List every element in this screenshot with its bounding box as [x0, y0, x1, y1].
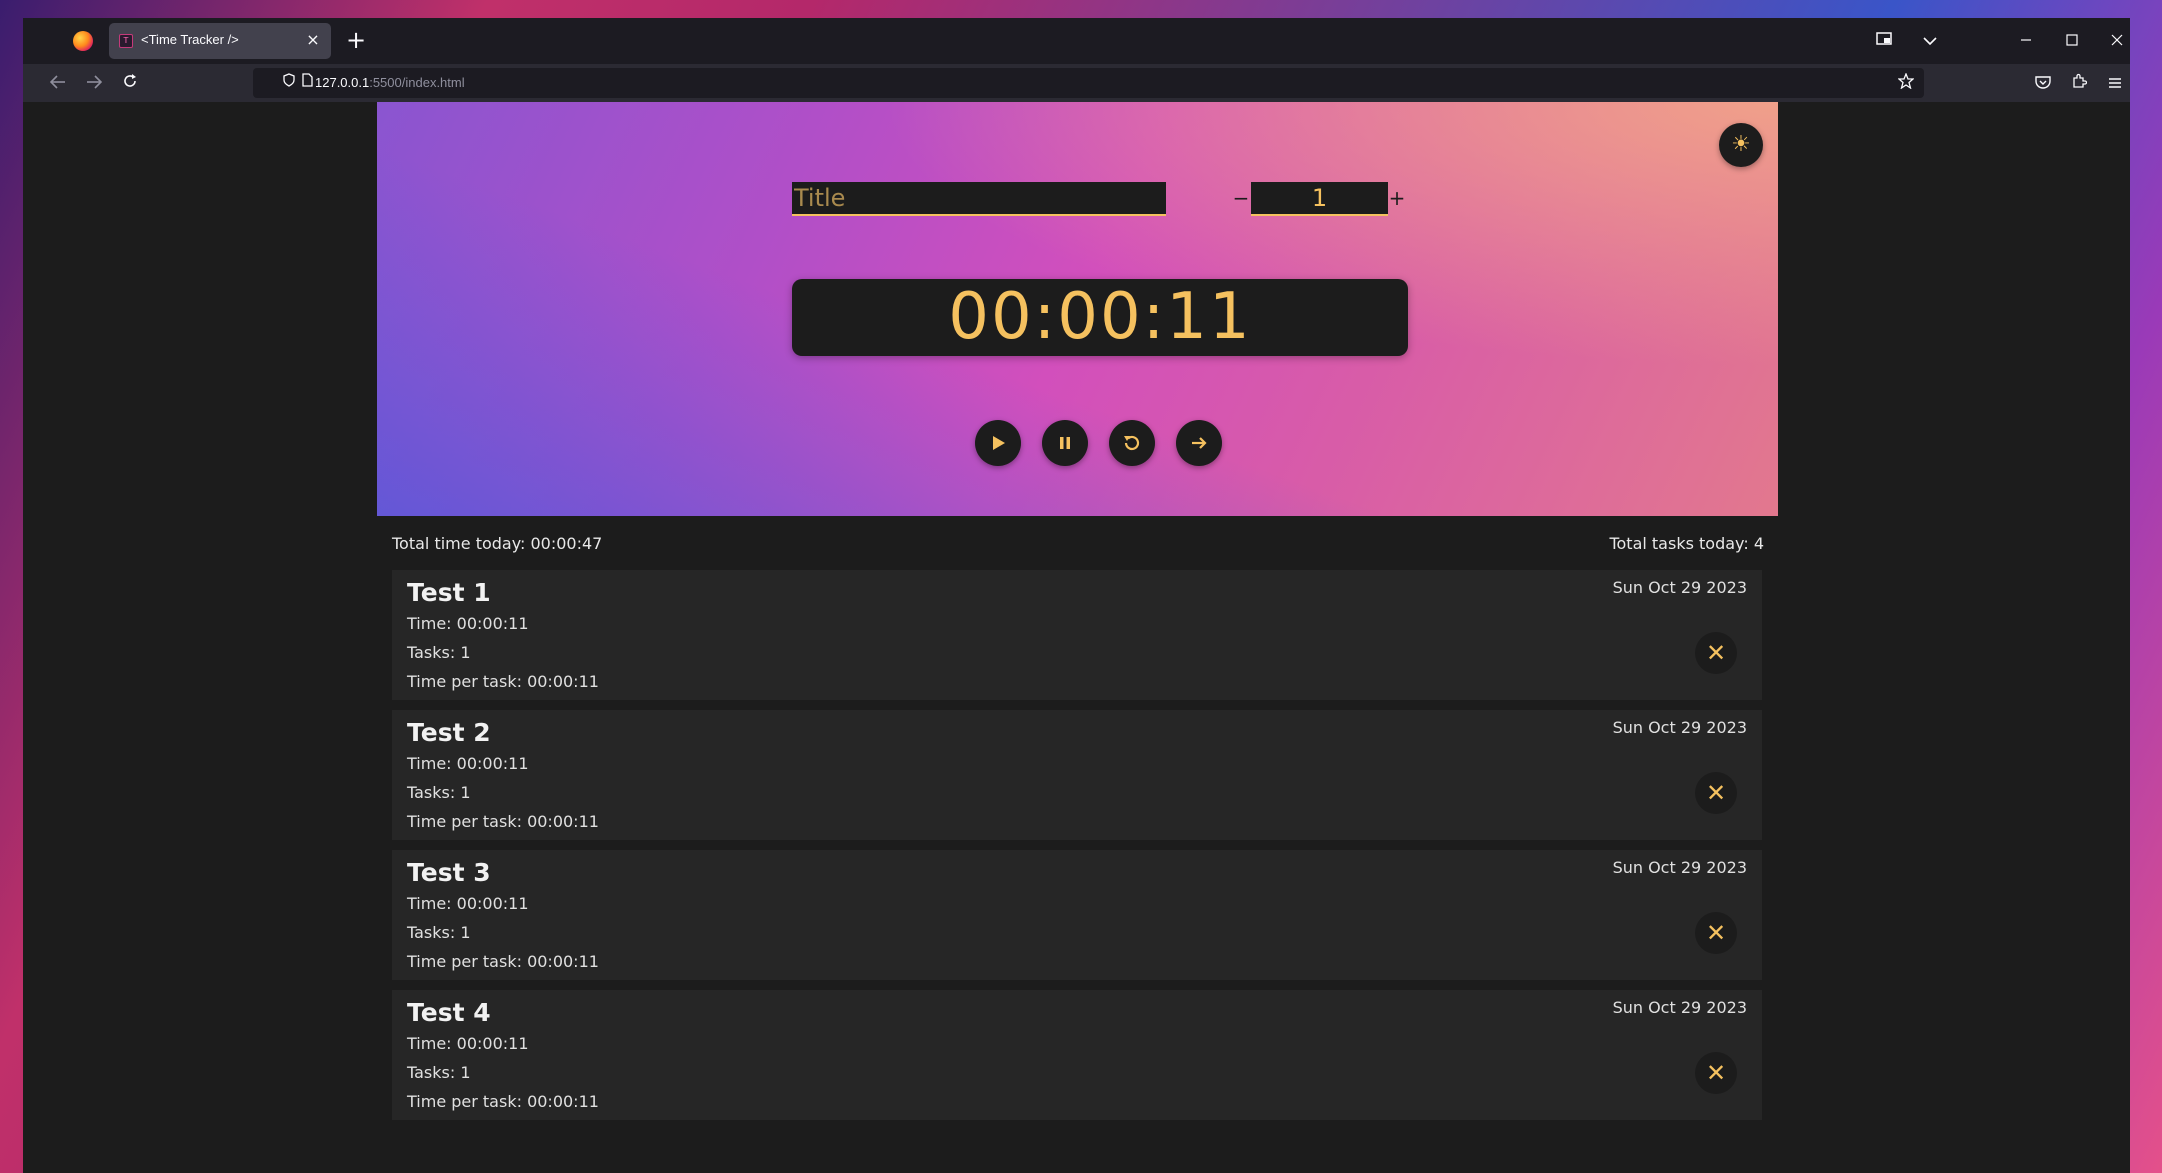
- browser-tab[interactable]: T <Time Tracker /> ×: [109, 23, 331, 59]
- play-button[interactable]: [975, 420, 1021, 466]
- entry-tasks: Tasks: 1: [407, 643, 471, 662]
- tab-title: <Time Tracker />: [141, 32, 239, 47]
- arrow-right-icon: [1192, 437, 1207, 449]
- pocket-icon[interactable]: [2030, 71, 2056, 97]
- entry-title: Test 3: [407, 858, 491, 887]
- bookmark-star-icon[interactable]: [1896, 72, 1916, 93]
- entries-list: Test 1 Time: 00:00:11 Tasks: 1 Time per …: [392, 570, 1762, 1130]
- entry-title: Test 1: [407, 578, 491, 607]
- decrement-button[interactable]: −: [1232, 186, 1250, 210]
- entry-date: Sun Oct 29 2023: [1612, 578, 1747, 597]
- menu-icon[interactable]: [2102, 71, 2128, 97]
- url-bar[interactable]: 127.0.0.1:5500/index.html: [253, 68, 1924, 98]
- close-icon: ✕: [1705, 779, 1727, 807]
- list-item: Test 3 Time: 00:00:11 Tasks: 1 Time per …: [392, 850, 1762, 980]
- maximize-icon[interactable]: [2059, 28, 2085, 54]
- increment-button[interactable]: +: [1388, 186, 1406, 210]
- url-path: :5500/index.html: [369, 75, 465, 90]
- pause-button[interactable]: [1042, 420, 1088, 466]
- list-all-tabs-icon[interactable]: [1917, 28, 1943, 54]
- total-tasks-today: Total tasks today: 4: [1609, 534, 1764, 553]
- entry-time: Time: 00:00:11: [407, 1034, 529, 1053]
- sun-icon: ☀: [1731, 132, 1751, 157]
- url-host: 127.0.0.1: [315, 75, 370, 90]
- tab-close-icon[interactable]: ×: [303, 30, 323, 50]
- entry-time-per-task: Time per task: 00:00:11: [407, 1092, 599, 1111]
- pause-icon: [1060, 437, 1070, 449]
- task-count-input[interactable]: [1251, 182, 1388, 216]
- entry-time: Time: 00:00:11: [407, 614, 529, 633]
- title-input[interactable]: [792, 182, 1166, 216]
- close-icon: ✕: [1705, 639, 1727, 667]
- reload-icon[interactable]: [117, 71, 143, 97]
- delete-button[interactable]: ✕: [1695, 912, 1737, 954]
- entry-tasks: Tasks: 1: [407, 1063, 471, 1082]
- close-icon: ✕: [1705, 919, 1727, 947]
- entry-date: Sun Oct 29 2023: [1612, 718, 1747, 737]
- delete-button[interactable]: ✕: [1695, 772, 1737, 814]
- entry-title: Test 4: [407, 998, 491, 1027]
- entry-time-per-task: Time per task: 00:00:11: [407, 672, 599, 691]
- close-window-icon[interactable]: [2104, 28, 2130, 54]
- list-item: Test 2 Time: 00:00:11 Tasks: 1 Time per …: [392, 710, 1762, 840]
- tab-bar: T <Time Tracker /> × +: [23, 18, 2130, 64]
- navigation-bar: 127.0.0.1:5500/index.html: [23, 64, 2130, 102]
- entry-time-per-task: Time per task: 00:00:11: [407, 952, 599, 971]
- back-arrow-icon[interactable]: [45, 71, 71, 97]
- entry-time: Time: 00:00:11: [407, 894, 529, 913]
- delete-button[interactable]: ✕: [1695, 1052, 1737, 1094]
- new-tab-button[interactable]: +: [343, 28, 369, 54]
- entry-tasks: Tasks: 1: [407, 923, 471, 942]
- shield-icon[interactable]: [279, 73, 299, 93]
- reset-button[interactable]: [1109, 420, 1155, 466]
- url-text[interactable]: 127.0.0.1:5500/index.html: [315, 75, 465, 90]
- delete-button[interactable]: ✕: [1695, 632, 1737, 674]
- timer-display: 00:00:11: [792, 279, 1408, 356]
- minimize-icon[interactable]: [2013, 28, 2039, 54]
- entry-tasks: Tasks: 1: [407, 783, 471, 802]
- picture-in-picture-icon[interactable]: [1871, 28, 1897, 54]
- next-button[interactable]: [1176, 420, 1222, 466]
- extensions-icon[interactable]: [2066, 71, 2092, 97]
- theme-toggle-button[interactable]: ☀: [1719, 123, 1763, 167]
- forward-arrow-icon[interactable]: [81, 71, 107, 97]
- tab-favicon-icon: T: [119, 34, 133, 48]
- entry-date: Sun Oct 29 2023: [1612, 998, 1747, 1017]
- page-content: ☀ − + 00:00:11 Total time today: 00:00:4…: [23, 102, 2130, 1173]
- timer-panel: ☀ − + 00:00:11: [377, 102, 1778, 516]
- entry-time-per-task: Time per task: 00:00:11: [407, 812, 599, 831]
- list-item: Test 1 Time: 00:00:11 Tasks: 1 Time per …: [392, 570, 1762, 700]
- reset-icon: [1124, 435, 1140, 451]
- firefox-icon[interactable]: [73, 31, 93, 51]
- total-time-today: Total time today: 00:00:47: [392, 534, 603, 553]
- page-icon[interactable]: [297, 73, 317, 93]
- entry-title: Test 2: [407, 718, 491, 747]
- browser-window: T <Time Tracker /> × + 127.0.0.1:5500/in…: [23, 18, 2130, 1173]
- entry-date: Sun Oct 29 2023: [1612, 858, 1747, 877]
- close-icon: ✕: [1705, 1059, 1727, 1087]
- play-icon: [993, 436, 1005, 450]
- entry-time: Time: 00:00:11: [407, 754, 529, 773]
- list-item: Test 4 Time: 00:00:11 Tasks: 1 Time per …: [392, 990, 1762, 1120]
